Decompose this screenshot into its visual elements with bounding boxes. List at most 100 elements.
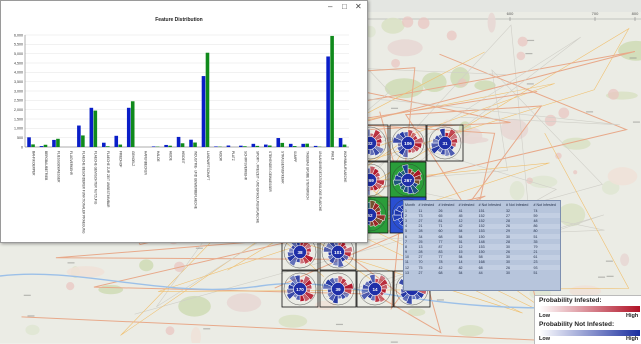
x-tick-label: SPORT-, FREIZEIT- UND ERHOLUNGSFLAECHE [256, 151, 260, 223]
chart-bar [189, 140, 193, 147]
chart-bar [214, 146, 218, 147]
y-tick-label: 1,000 [14, 127, 23, 131]
x-tick-label: HAFENBECKEN [144, 151, 148, 176]
chart-bar [264, 145, 268, 147]
not-infested-legend-title: Probability Not Infested: [539, 321, 614, 328]
map-marker-label: 170 [296, 287, 304, 292]
table-cell: 68 [438, 270, 458, 275]
chart-bar [114, 136, 118, 147]
table-cell: 13 [404, 270, 418, 275]
map-marker[interactable]: 267 [390, 162, 426, 198]
table-header[interactable]: # Infested [438, 201, 458, 208]
table-cell: 27 [418, 270, 438, 275]
x-tick-label: TAGEBAU GRUBE STEINBRUCH [306, 151, 310, 201]
chart-bar [289, 144, 293, 147]
x-tick-label: SCHIFFSVERKEHR [243, 151, 247, 181]
chart-bar [81, 135, 85, 147]
table-header[interactable]: # Not Infested [532, 201, 560, 208]
chart-bar [268, 146, 272, 147]
not-infested-low-label: Low [539, 336, 550, 342]
map-marker-label: 101 [334, 250, 342, 255]
infested-low-label: Low [539, 313, 550, 319]
not-infested-gradient [539, 330, 640, 336]
infested-high-label: High [626, 313, 638, 319]
x-tick-label: GEHOELZ [131, 151, 135, 166]
x-tick-label: HALDE [156, 151, 160, 162]
x-tick-label: PLATZ [231, 151, 235, 161]
table-header[interactable]: # Not Infested [478, 201, 505, 208]
chart-title: Feature Distribution [155, 17, 203, 23]
chart-bar [239, 146, 243, 147]
chart-bar [77, 126, 81, 147]
y-tick-label: 2,000 [14, 108, 23, 112]
map-marker-label: 39 [335, 287, 341, 292]
chart-bar [227, 146, 231, 147]
map-marker-label: 267 [404, 178, 412, 183]
map-marker-label: 52 [367, 213, 373, 218]
chart-bar [52, 140, 56, 147]
y-tick-label: 4,000 [14, 71, 23, 75]
chart-bar [252, 144, 256, 147]
x-tick-label: STRASSENVERKEHR [281, 151, 285, 184]
x-tick-label: FLAECHE ZUR ZEIT UNBESTIMMBAR [106, 151, 110, 208]
chart-bar [305, 144, 309, 147]
y-tick-label: 4,500 [14, 61, 23, 65]
feature-distribution-chart: Feature Distribution 05001,0001,5002,000… [1, 13, 365, 239]
y-tick-label: 5,000 [14, 52, 23, 56]
table-header[interactable]: # Infested [458, 201, 478, 208]
chart-bar [206, 53, 210, 147]
table-header[interactable]: Month [404, 201, 418, 208]
map-marker-label: 106 [404, 141, 412, 146]
chart-bar [90, 108, 94, 147]
chart-bar [256, 146, 260, 147]
table-cell: 54 [458, 270, 478, 275]
x-tick-label: UNLAND/VEGETATIONSLOSE FLAECHE [318, 151, 322, 211]
y-tick-label: 3,500 [14, 80, 23, 84]
chart-bar [314, 146, 318, 147]
chart-bar [40, 146, 44, 147]
map-scale-label: 800 [632, 11, 639, 16]
y-tick-label: 500 [17, 136, 23, 140]
map-scale-label: 700 [592, 11, 599, 16]
chart-bar [276, 138, 280, 147]
y-tick-label: 6,000 [14, 33, 23, 37]
chart-bar [181, 143, 185, 147]
chart-bar [127, 108, 131, 147]
chart-bar [168, 146, 172, 147]
map-marker-label: 14 [372, 287, 378, 292]
x-tick-label: BAHNKOERPER [31, 151, 35, 176]
x-tick-label: HEIDE [169, 151, 173, 161]
chart-bar [118, 145, 122, 147]
map-scale-label: 600 [507, 11, 514, 16]
chart-bar [94, 111, 98, 147]
table-header[interactable]: # Infested [418, 201, 438, 208]
table-row[interactable]: 13276854443051 [404, 270, 560, 275]
feature-distribution-window[interactable]: – □ ✕ Feature Distribution 05001,0001,50… [0, 0, 368, 243]
maximize-button[interactable]: □ [342, 2, 347, 11]
table-cell: 44 [478, 270, 505, 275]
x-tick-label: MOOR [218, 151, 222, 162]
y-tick-label: 3,000 [14, 89, 23, 93]
x-tick-label: HEIDEIT [181, 151, 185, 164]
not-infested-high-label: High [626, 336, 638, 342]
close-button[interactable]: ✕ [355, 2, 362, 11]
table-header[interactable]: # Not Infested [505, 201, 532, 208]
monthly-infestation-table[interactable]: Month# Infested# Infested# Infested# Not… [403, 200, 561, 291]
chart-bar [280, 143, 284, 147]
chart-bar [243, 146, 247, 147]
x-tick-label: BERGBAUBETRIEB [44, 151, 48, 180]
minimize-button[interactable]: – [328, 2, 332, 11]
chart-bar [131, 101, 135, 147]
chart-bar [27, 137, 31, 147]
y-tick-label: 1,500 [14, 117, 23, 121]
chart-bar [177, 137, 181, 147]
chart-bar [326, 56, 330, 147]
chart-bar [293, 146, 297, 147]
x-tick-label: WALD [331, 151, 335, 161]
chart-bar [44, 145, 48, 147]
x-tick-label: WOHNBAUFLAECHE [343, 151, 347, 182]
x-tick-label: LANDWIRTSCHAFT [206, 151, 210, 180]
x-tick-label: FLUGVERKEHR [69, 151, 73, 176]
chart-bar [56, 139, 60, 147]
chart-bar [193, 143, 197, 147]
